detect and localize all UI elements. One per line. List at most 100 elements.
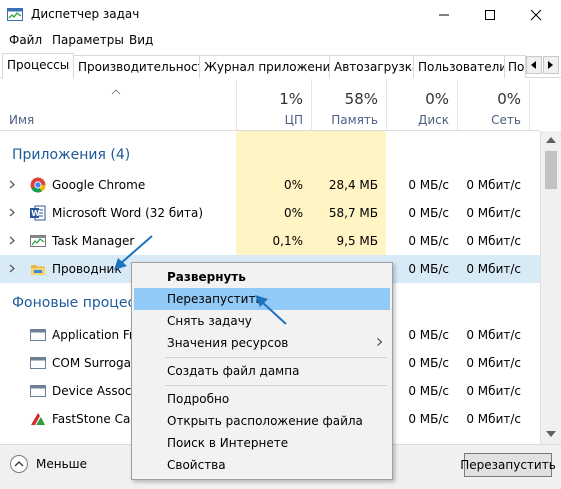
column-disk-header[interactable]: 0% Диск	[386, 79, 457, 131]
disk-value: 0 МБ/с	[408, 262, 449, 276]
tab-scroll-left[interactable]	[526, 56, 542, 74]
close-button[interactable]	[513, 0, 559, 30]
table-row[interactable]: Task Manager 0,1% 9,5 МБ 0 МБ/с 0 Мбит/с	[0, 227, 540, 255]
disk-value: 0 МБ/с	[408, 356, 449, 370]
device-assoc-icon	[30, 385, 46, 397]
tab-bar: Процессы Производительность Журнал прило…	[0, 52, 561, 79]
table-row[interactable]: W Microsoft Word (32 бита) 0% 58,7 МБ 0 …	[0, 199, 540, 227]
cpu-value: 0,1%	[272, 234, 304, 248]
fewer-details-label: Меньше	[36, 457, 88, 471]
cpu-label: ЦП	[284, 113, 303, 127]
vertical-scrollbar[interactable]	[540, 131, 561, 444]
network-value: 0 Мбит/с	[466, 328, 521, 342]
scroll-down-icon[interactable]	[546, 431, 556, 437]
column-cpu-header[interactable]: 1% ЦП	[236, 79, 311, 131]
task-manager-app-icon	[7, 7, 23, 23]
menu-item-properties[interactable]: Свойства	[134, 454, 390, 476]
faststone-icon	[31, 413, 45, 425]
word-icon: W	[30, 205, 46, 221]
tab-details[interactable]: По	[504, 55, 526, 78]
fewer-details-button[interactable]: Меньше	[10, 455, 87, 473]
minimize-button[interactable]	[421, 0, 467, 30]
menu-item-expand[interactable]: Развернуть	[134, 266, 390, 288]
disk-value: 0 МБ/с	[408, 234, 449, 248]
process-name: Проводник	[52, 262, 122, 276]
tab-scroll-right[interactable]	[543, 56, 559, 74]
title-bar: Диспетчер задач	[0, 0, 561, 30]
minimize-icon	[439, 14, 449, 16]
tab-performance[interactable]: Производительность	[73, 55, 200, 78]
group-apps-title: Приложения (4)	[12, 147, 131, 163]
tab-processes[interactable]: Процессы	[2, 53, 74, 79]
table-header: Имя 1% ЦП 58% Память 0% Диск 0% Сеть	[0, 79, 540, 131]
memory-value: 58,7 МБ	[328, 206, 378, 220]
column-divider	[529, 79, 530, 131]
disk-value: 0 МБ/с	[408, 206, 449, 220]
menu-separator	[165, 385, 387, 386]
memory-value: 9,5 МБ	[336, 234, 378, 248]
com-surrogate-icon	[30, 357, 46, 369]
process-name: Application Fra	[52, 328, 142, 342]
chevron-right-icon[interactable]	[9, 180, 15, 189]
menu-options[interactable]: Параметры	[52, 33, 124, 47]
restart-button[interactable]: Перезапустить	[460, 453, 556, 477]
network-value: 0 Мбит/с	[466, 412, 521, 426]
scroll-up-icon[interactable]	[546, 137, 556, 143]
process-name: Task Manager	[52, 234, 135, 248]
chevron-right-icon[interactable]	[9, 264, 15, 273]
cpu-value: 0%	[283, 206, 303, 220]
tab-app-history[interactable]: Журнал приложений	[199, 55, 330, 78]
menu-item-resource-values-label: Значения ресурсов	[167, 336, 289, 350]
menu-item-search-online[interactable]: Поиск в Интернете	[134, 432, 390, 454]
network-value: 0 Мбит/с	[466, 206, 521, 220]
network-value: 0 Мбит/с	[466, 384, 521, 398]
menu-bar: Файл Параметры Вид	[0, 30, 561, 52]
cpu-value: 0%	[283, 178, 303, 192]
menu-item-details[interactable]: Подробно	[134, 388, 390, 410]
disk-total: 0%	[425, 90, 449, 108]
menu-item-restart[interactable]: Перезапустить	[134, 288, 390, 310]
memory-label: Память	[331, 113, 378, 127]
svg-text:W: W	[31, 209, 40, 218]
table-row[interactable]: Google Chrome 0% 28,4 МБ 0 МБ/с 0 Мбит/с	[0, 171, 540, 199]
disk-label: Диск	[417, 113, 449, 127]
menu-file[interactable]: Файл	[9, 33, 42, 47]
process-name: FastStone Capt	[52, 412, 143, 426]
menu-item-resource-values[interactable]: Значения ресурсов	[134, 332, 390, 354]
menu-item-open-file-location[interactable]: Открыть расположение файла	[134, 410, 390, 432]
menu-item-create-dump[interactable]: Создать файл дампа	[134, 360, 390, 382]
column-network-header[interactable]: 0% Сеть	[457, 79, 529, 131]
process-name: Google Chrome	[52, 178, 146, 192]
task-manager-icon	[30, 235, 46, 247]
disk-value: 0 МБ/с	[408, 412, 449, 426]
app-frame-icon	[30, 329, 46, 341]
network-value: 0 Мбит/с	[466, 234, 521, 248]
arrow-right-icon	[548, 61, 553, 69]
sort-up-icon	[111, 89, 121, 95]
maximize-button[interactable]	[467, 0, 513, 30]
close-icon	[530, 9, 542, 21]
process-name: Microsoft Word (32 бита)	[52, 206, 204, 220]
network-value: 0 Мбит/с	[466, 178, 521, 192]
scroll-thumb[interactable]	[545, 151, 557, 189]
chevron-up-icon	[10, 455, 28, 473]
menu-separator	[165, 357, 387, 358]
tab-users[interactable]: Пользователи	[413, 55, 505, 78]
submenu-arrow-icon	[377, 338, 382, 346]
menu-view[interactable]: Вид	[129, 33, 153, 47]
window-title: Диспетчер задач	[31, 7, 140, 21]
column-name-header[interactable]: Имя	[9, 113, 34, 127]
process-name: COM Surrogate	[52, 356, 144, 370]
network-value: 0 Мбит/с	[466, 262, 521, 276]
network-total: 0%	[497, 90, 521, 108]
chevron-right-icon[interactable]	[9, 208, 15, 217]
arrow-left-icon	[531, 61, 536, 69]
chevron-right-icon[interactable]	[9, 236, 15, 245]
column-memory-header[interactable]: 58% Память	[311, 79, 386, 131]
memory-total: 58%	[344, 90, 378, 108]
menu-item-end-task[interactable]: Снять задачу	[134, 310, 390, 332]
tab-startup[interactable]: Автозагрузка	[329, 55, 414, 78]
maximize-icon	[485, 10, 495, 20]
network-value: 0 Мбит/с	[466, 356, 521, 370]
disk-value: 0 МБ/с	[408, 178, 449, 192]
